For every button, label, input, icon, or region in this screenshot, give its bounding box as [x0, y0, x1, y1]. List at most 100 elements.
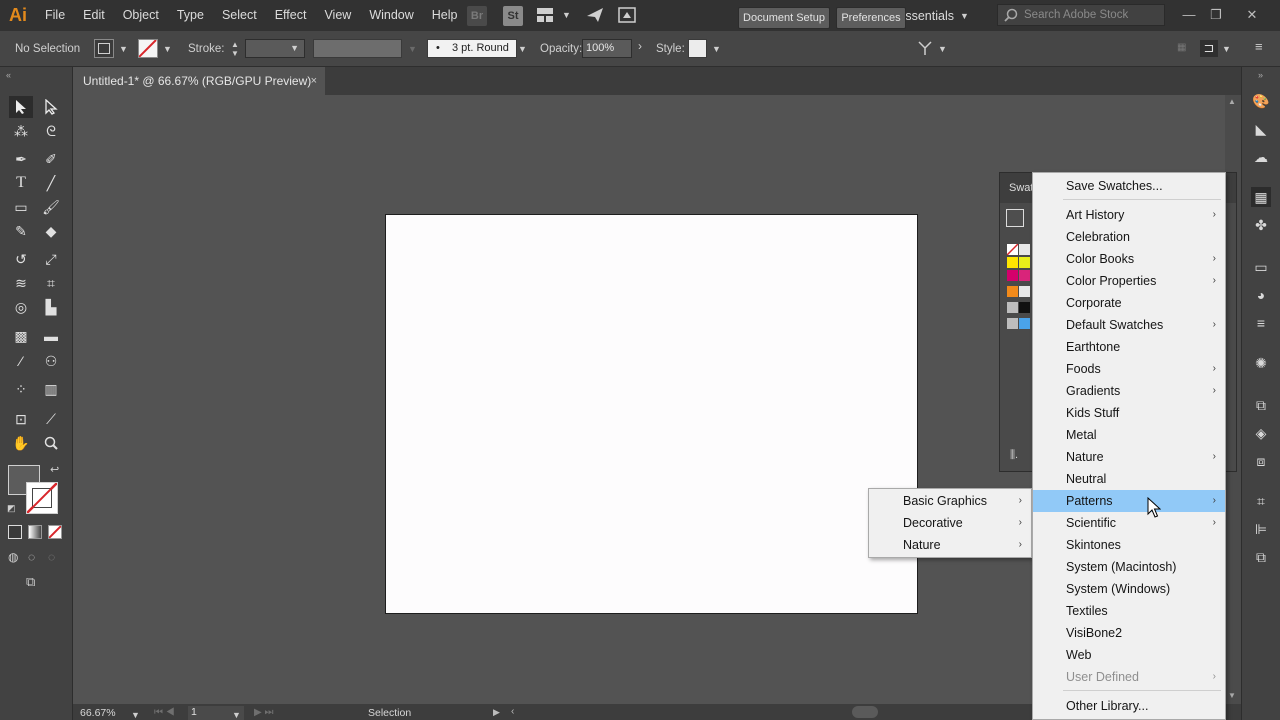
- stroke-color-box[interactable]: [26, 482, 58, 514]
- menu-item-other-library[interactable]: Other Library...: [1033, 695, 1225, 717]
- yellow-green-swatch[interactable]: [1019, 257, 1030, 268]
- chevron-down-icon[interactable]: ▼: [163, 44, 172, 54]
- gpu-performance-icon[interactable]: [618, 7, 636, 23]
- type-tool-icon[interactable]: T: [9, 172, 33, 194]
- chevron-down-icon[interactable]: ▼: [938, 44, 947, 54]
- rectangle-tool-icon[interactable]: ▭: [9, 196, 33, 218]
- direct-selection-tool-icon[interactable]: [39, 96, 63, 118]
- yellow-swatch[interactable]: [1007, 257, 1018, 268]
- menu-item-color-properties[interactable]: Color Properties ›: [1033, 270, 1225, 292]
- magic-wand-icon[interactable]: ⁂: [9, 120, 33, 142]
- draw-inside-icon[interactable]: ◌: [48, 550, 62, 564]
- draw-behind-icon[interactable]: ◌: [28, 550, 42, 564]
- menu-item-textiles[interactable]: Textiles: [1033, 600, 1225, 622]
- paintbrush-tool-icon[interactable]: 🖌: [39, 196, 63, 218]
- magenta-swatch[interactable]: [1007, 270, 1018, 281]
- graphic-style-swatch[interactable]: [688, 39, 707, 58]
- menu-view[interactable]: View: [315, 0, 360, 31]
- preferences-button[interactable]: Preferences: [836, 7, 906, 29]
- arrange-icon[interactable]: [917, 40, 933, 56]
- scroll-left-icon[interactable]: ‹: [511, 706, 514, 717]
- hand-tool-icon[interactable]: ✋: [9, 432, 33, 454]
- horizontal-scroll-thumb[interactable]: [852, 706, 878, 718]
- default-colors-icon[interactable]: ◩: [7, 503, 16, 514]
- arrange-documents-icon[interactable]: [537, 8, 553, 22]
- swap-fill-stroke-icon[interactable]: ↩: [50, 463, 59, 476]
- menu-object[interactable]: Object: [114, 0, 168, 31]
- gray-folder-swatch[interactable]: [1007, 318, 1018, 329]
- menu-item-skintones[interactable]: Skintones: [1033, 534, 1225, 556]
- stroke-label[interactable]: Stroke:: [188, 31, 224, 67]
- menu-item-patterns[interactable]: Patterns ›: [1033, 490, 1225, 512]
- submenu-item-nature[interactable]: Nature ›: [869, 534, 1031, 556]
- gradient-panel-icon[interactable]: ▭: [1251, 257, 1271, 277]
- scroll-down-icon[interactable]: ▼: [1228, 691, 1236, 700]
- zoom-tool-icon[interactable]: [39, 432, 63, 454]
- menu-item-earthtone[interactable]: Earthtone: [1033, 336, 1225, 358]
- close-tab-icon[interactable]: ×: [311, 67, 317, 95]
- menu-item-celebration[interactable]: Celebration: [1033, 226, 1225, 248]
- screen-mode-icon[interactable]: ⧉: [26, 574, 48, 590]
- workspace-switcher[interactable]: Essentials ▼: [897, 5, 981, 26]
- chevron-down-icon[interactable]: ▼: [232, 710, 241, 720]
- opacity-label[interactable]: Opacity:: [540, 31, 582, 67]
- scale-tool-icon[interactable]: ⤢: [39, 248, 63, 270]
- column-graph-tool-icon[interactable]: ▥: [39, 378, 63, 400]
- minimize-icon[interactable]: —: [1177, 4, 1201, 26]
- line-tool-icon[interactable]: ╱: [39, 172, 63, 194]
- stock-button[interactable]: St: [503, 6, 523, 26]
- brush-definition[interactable]: • 3 pt. Round: [427, 39, 517, 58]
- submenu-item-basic-graphics[interactable]: Basic Graphics ›: [869, 490, 1031, 512]
- chevron-down-icon[interactable]: ▼: [131, 710, 140, 720]
- registration-swatch[interactable]: [1019, 244, 1030, 255]
- mesh-tool-icon[interactable]: ▩: [9, 325, 33, 347]
- transparency-panel-icon[interactable]: ◕: [1251, 285, 1271, 305]
- shape-builder-tool-icon[interactable]: ◎: [9, 296, 33, 318]
- panel-fill-swatch[interactable]: [1006, 209, 1024, 227]
- artboards-panel-icon[interactable]: ⧈: [1251, 451, 1271, 471]
- pattern-swatch[interactable]: [1019, 286, 1030, 297]
- scroll-up-icon[interactable]: ▲: [1228, 97, 1236, 106]
- menu-item-art-history[interactable]: Art History ›: [1033, 204, 1225, 226]
- close-icon[interactable]: ✕: [1240, 4, 1264, 26]
- none-swatch[interactable]: [1006, 243, 1019, 256]
- perspective-grid-tool-icon[interactable]: ▙: [39, 296, 63, 318]
- layers-panel-icon[interactable]: ◈: [1251, 423, 1271, 443]
- menu-edit[interactable]: Edit: [74, 0, 114, 31]
- draw-normal-icon[interactable]: ◍: [8, 550, 22, 564]
- chevron-right-icon[interactable]: ›: [638, 39, 642, 53]
- status-menu-icon[interactable]: ▶: [493, 707, 500, 718]
- brushes-panel-icon[interactable]: ✤: [1251, 215, 1271, 235]
- submenu-item-decorative[interactable]: Decorative ›: [869, 512, 1031, 534]
- stroke-swatch[interactable]: [138, 39, 158, 58]
- collapse-icon[interactable]: «: [6, 70, 11, 80]
- menu-item-save-swatches[interactable]: Save Swatches...: [1033, 175, 1225, 197]
- menu-item-kids-stuff[interactable]: Kids Stuff: [1033, 402, 1225, 424]
- variable-width-profile[interactable]: [313, 39, 402, 58]
- stroke-weight-field[interactable]: ▼: [245, 39, 305, 58]
- orange-swatch[interactable]: [1007, 286, 1018, 297]
- menu-item-neutral[interactable]: Neutral: [1033, 468, 1225, 490]
- restore-icon[interactable]: ❐: [1204, 4, 1228, 26]
- blue-swatch[interactable]: [1019, 318, 1030, 329]
- chevron-down-icon[interactable]: ▼: [119, 44, 128, 54]
- lasso-tool-icon[interactable]: ᘓ: [39, 120, 63, 142]
- menu-type[interactable]: Type: [168, 0, 213, 31]
- menu-item-foods[interactable]: Foods ›: [1033, 358, 1225, 380]
- none-mode-icon[interactable]: [48, 525, 62, 539]
- width-tool-icon[interactable]: ≋: [9, 272, 33, 294]
- swatches-panel-icon[interactable]: ▦: [1251, 187, 1271, 207]
- menu-effect[interactable]: Effect: [266, 0, 316, 31]
- rotate-tool-icon[interactable]: ↺: [9, 248, 33, 270]
- stroke-weight-stepper[interactable]: ▲ ▼: [230, 40, 240, 58]
- menu-item-visibone2[interactable]: VisiBone2: [1033, 622, 1225, 644]
- free-transform-tool-icon[interactable]: ⌗: [39, 272, 63, 294]
- chevron-down-icon[interactable]: ▼: [1222, 44, 1231, 54]
- pen-tool-icon[interactable]: ✒: [9, 148, 33, 170]
- pink-swatch[interactable]: [1019, 270, 1030, 281]
- slice-tool-icon[interactable]: ⟋: [39, 408, 63, 430]
- selection-tool-icon[interactable]: [9, 96, 33, 118]
- menu-help[interactable]: Help: [423, 0, 467, 31]
- transform-panel-icon[interactable]: ⌗: [1251, 491, 1271, 511]
- cc-libraries-icon[interactable]: ☁: [1251, 147, 1271, 167]
